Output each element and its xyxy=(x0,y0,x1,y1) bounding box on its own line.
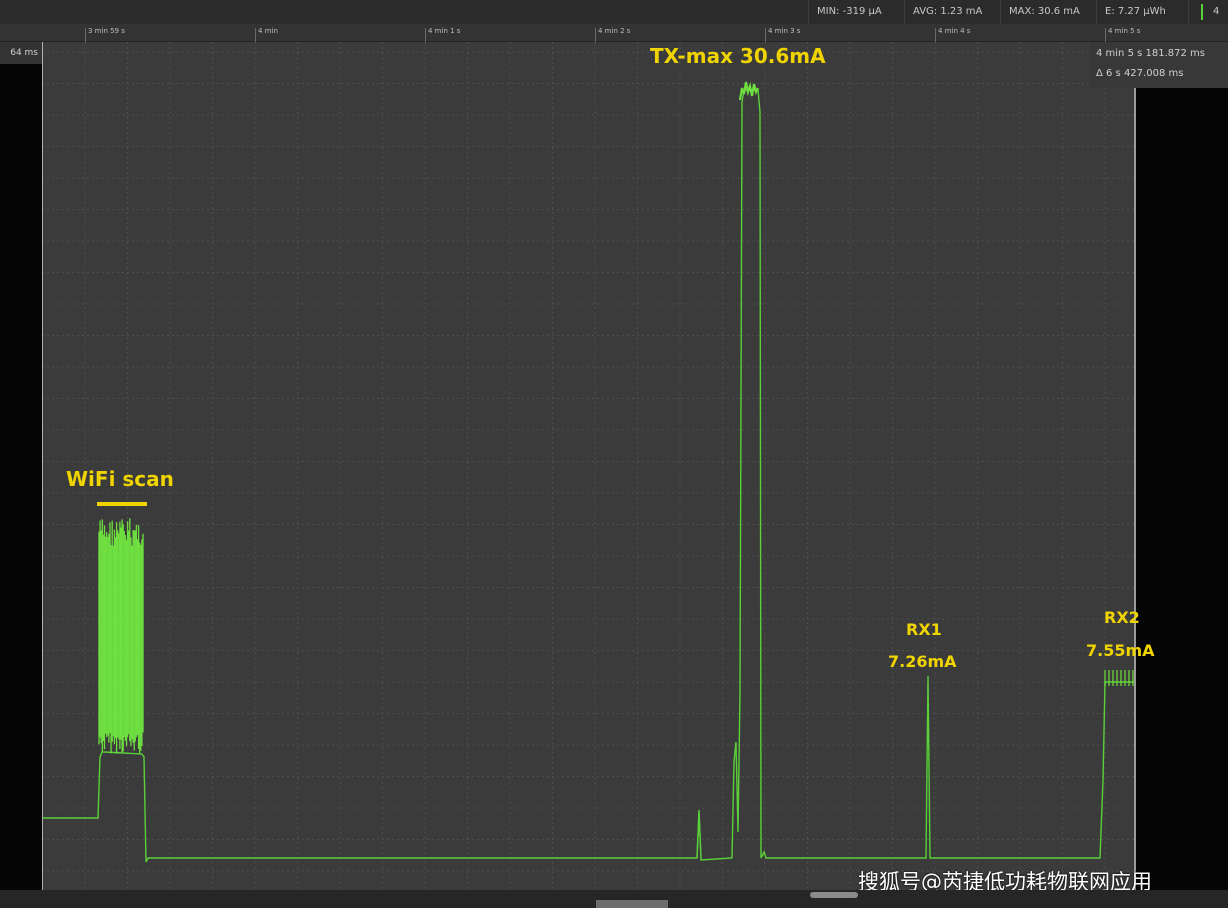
time-ruler[interactable]: 3 min 59 s 4 min 4 min 1 s 4 min 2 s 4 m… xyxy=(0,24,1228,42)
ruler-label-6: 4 min 5 s xyxy=(1108,27,1141,35)
ruler-tick xyxy=(765,28,766,42)
ruler-label-4: 4 min 3 s xyxy=(768,27,801,35)
marker-icon xyxy=(1201,4,1203,20)
ruler-tick xyxy=(85,28,86,42)
plot-svg xyxy=(42,42,1136,890)
ruler-label-3: 4 min 2 s xyxy=(598,27,631,35)
annotation-rx1-value: 7.26mA xyxy=(888,652,957,671)
stat-min: MIN: -319 µA xyxy=(808,0,904,24)
minimap-window[interactable] xyxy=(596,900,668,908)
ruler-label-5: 4 min 4 s xyxy=(938,27,971,35)
ruler-tick xyxy=(595,28,596,42)
wifi-scan-underline xyxy=(97,502,147,506)
stat-energy: E: 7.27 µWh xyxy=(1096,0,1188,24)
ruler-tick xyxy=(935,28,936,42)
ruler-tick xyxy=(255,28,256,42)
right-panel xyxy=(1136,88,1228,890)
ruler-tick xyxy=(425,28,426,42)
ruler-tick xyxy=(1105,28,1106,42)
tx-spike-left xyxy=(696,809,702,859)
ruler-label-1: 4 min xyxy=(258,27,278,35)
cursor-time: 4 min 5 s 181.872 ms xyxy=(1096,48,1205,59)
annotation-rx1-name: RX1 xyxy=(906,620,942,639)
stat-max: MAX: 30.6 mA xyxy=(1000,0,1096,24)
stat-avg: AVG: 1.23 mA xyxy=(904,0,1000,24)
annotation-rx2-name: RX2 xyxy=(1104,608,1140,627)
window-duration-label: 64 ms xyxy=(0,42,42,64)
rx2-spikes xyxy=(1104,670,1134,686)
ruler-label-0: 3 min 59 s xyxy=(88,27,125,35)
cursor-info: 4 min 5 s 181.872 ms Δ 6 s 427.008 ms xyxy=(1090,42,1228,88)
annotation-tx-max: TX-max 30.6mA xyxy=(650,44,826,68)
current-trace xyxy=(42,89,1134,863)
annotation-wifi-scan: WiFi scan xyxy=(66,467,174,491)
ruler-label-2: 4 min 1 s xyxy=(428,27,461,35)
scrollbar-thumb[interactable] xyxy=(810,892,858,898)
stat-end-label: 4 xyxy=(1213,6,1220,17)
left-panel xyxy=(0,42,42,890)
plot-grid xyxy=(42,42,1136,890)
stat-end[interactable]: 4 xyxy=(1188,0,1228,24)
wifi-scan-burst xyxy=(98,518,144,754)
stats-bar: MIN: -319 µA AVG: 1.23 mA MAX: 30.6 mA E… xyxy=(0,0,1228,24)
current-plot[interactable] xyxy=(42,42,1136,890)
annotation-rx2-value: 7.55mA xyxy=(1086,641,1155,660)
plot-left-edge xyxy=(42,42,43,890)
cursor-delta: Δ 6 s 427.008 ms xyxy=(1096,68,1184,79)
cursor-marker[interactable] xyxy=(1134,42,1136,890)
